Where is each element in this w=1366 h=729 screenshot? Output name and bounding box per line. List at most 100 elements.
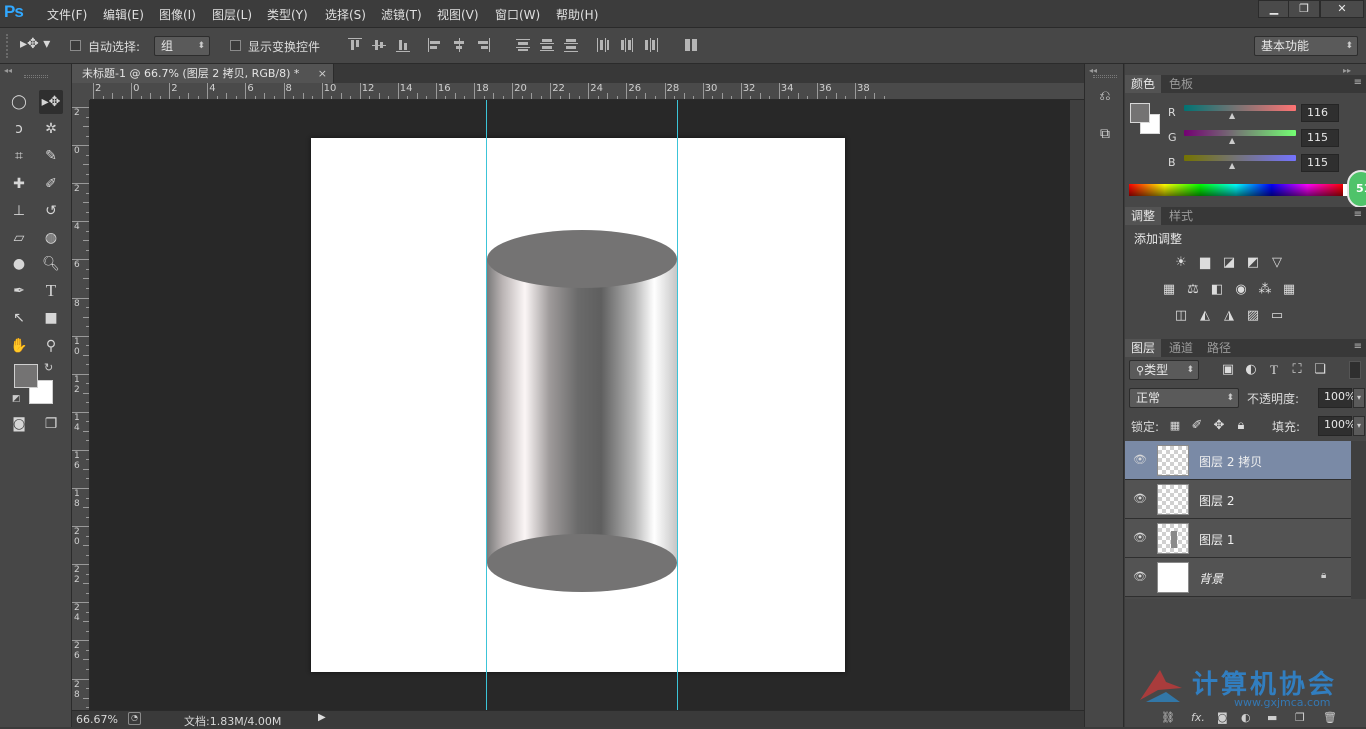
zoom-level[interactable]: 66.67%	[76, 713, 118, 726]
menu-help[interactable]: 帮助(H)	[556, 6, 598, 23]
r-slider-thumb[interactable]: ▲	[1229, 111, 1235, 120]
channel-mixer-icon[interactable]: ⁂	[1257, 283, 1273, 297]
align-vcenter-icon[interactable]	[372, 38, 386, 52]
guide-line-left[interactable]	[486, 100, 487, 710]
visibility-eye-icon[interactable]: 👁︎	[1133, 570, 1147, 584]
status-info-icon[interactable]: ◔	[128, 712, 141, 725]
clone-stamp-icon[interactable]: ⊥	[7, 199, 31, 223]
auto-select-dropdown[interactable]: 组 ⬍	[154, 36, 210, 56]
swap-colors-icon[interactable]: ↻	[44, 361, 53, 374]
expand-arrows-icon[interactable]: ▸▸	[1343, 66, 1351, 75]
brush-tool-icon[interactable]: ✐	[39, 172, 63, 196]
tab-styles[interactable]: 样式	[1163, 207, 1199, 225]
curves-icon[interactable]: ◪	[1221, 256, 1237, 270]
tab-paths[interactable]: 路径	[1201, 339, 1237, 357]
filter-shape-icon[interactable]: ⛶	[1289, 363, 1305, 377]
move-tool-preset-icon[interactable]: ▸✥ ▾	[20, 36, 58, 56]
distribute-top-icon[interactable]	[516, 38, 530, 52]
black-white-icon[interactable]: ◧	[1209, 283, 1225, 297]
type-tool-icon[interactable]: T	[39, 279, 63, 303]
lock-all-icon[interactable]: 🔒︎	[1233, 419, 1249, 433]
distribute-bottom-icon[interactable]	[564, 38, 578, 52]
restore-button[interactable]: ❐	[1288, 0, 1320, 18]
eraser-tool-icon[interactable]: ▱	[7, 226, 31, 250]
b-slider[interactable]	[1184, 155, 1296, 161]
posterize-icon[interactable]: ◭	[1197, 309, 1213, 323]
new-group-icon[interactable]: ▬	[1267, 711, 1277, 724]
lasso-tool-icon[interactable]: ↄ	[7, 117, 31, 141]
levels-icon[interactable]: ▆	[1197, 256, 1213, 270]
add-mask-icon[interactable]: ◙	[1217, 711, 1228, 724]
hand-tool-icon[interactable]: ✋	[7, 334, 31, 358]
new-layer-icon[interactable]: ❐	[1295, 711, 1305, 724]
layer-row-background[interactable]: 👁︎ 背景 🔒︎	[1125, 558, 1351, 597]
marquee-tool-icon[interactable]: ◯	[7, 90, 31, 114]
fill-dropdown-arrow-icon[interactable]: ▾	[1353, 416, 1365, 436]
tab-color[interactable]: 颜色	[1125, 75, 1162, 93]
canvas-area[interactable]	[90, 100, 1084, 710]
dodge-tool-icon[interactable]: 🔍︎	[39, 252, 63, 276]
layer-filter-dropdown[interactable]: ⚲类型 ⬍	[1129, 360, 1199, 380]
collapse-arrows-icon[interactable]: ◂◂	[1089, 66, 1097, 75]
align-hcenter-icon[interactable]	[452, 38, 466, 52]
visibility-eye-icon[interactable]: 👁︎	[1133, 453, 1147, 467]
new-adjustment-icon[interactable]: ◐	[1241, 711, 1251, 724]
b-value-input[interactable]: 115	[1301, 154, 1339, 172]
threshold-icon[interactable]: ◮	[1221, 309, 1237, 323]
magic-wand-tool-icon[interactable]: ✲	[39, 117, 63, 141]
filter-smart-object-icon[interactable]: ❏	[1312, 363, 1328, 377]
align-top-icon[interactable]	[348, 38, 362, 52]
filter-toggle[interactable]	[1349, 361, 1361, 379]
vertical-ruler[interactable]: 2 0 2 4 6 8 1 0 1 2 1 4 1 6 1 8 2 0 2 2 2 4 2 6 2 8	[72, 100, 90, 710]
opacity-dropdown-arrow-icon[interactable]: ▾	[1353, 388, 1365, 408]
lock-image-icon[interactable]: ✐	[1189, 419, 1205, 433]
workspace-dropdown[interactable]: 基本功能 ⬍	[1254, 36, 1358, 56]
crop-tool-icon[interactable]: ⌗	[7, 144, 31, 168]
menu-file[interactable]: 文件(F)	[47, 6, 87, 23]
g-slider[interactable]	[1184, 130, 1296, 136]
history-panel-icon[interactable]: ⎌	[1093, 88, 1117, 110]
distribute-left-icon[interactable]	[596, 38, 610, 52]
r-slider[interactable]	[1184, 105, 1296, 111]
align-left-icon[interactable]	[428, 38, 442, 52]
layer-row-layer2[interactable]: 👁︎ 图层 2	[1125, 480, 1351, 519]
menu-view[interactable]: 视图(V)	[437, 6, 479, 23]
distribute-hcenter-icon[interactable]	[620, 38, 634, 52]
distribute-right-icon[interactable]	[644, 38, 658, 52]
menu-window[interactable]: 窗口(W)	[495, 6, 540, 23]
vibrance-icon[interactable]: ▽	[1269, 256, 1285, 270]
menu-select[interactable]: 选择(S)	[325, 6, 366, 23]
filter-pixel-icon[interactable]: ▣	[1220, 363, 1236, 377]
filter-adjustment-icon[interactable]: ◐	[1243, 363, 1259, 377]
eyedropper-tool-icon[interactable]: ✎	[39, 144, 63, 168]
lock-position-icon[interactable]: ✥	[1211, 419, 1227, 433]
g-value-input[interactable]: 115	[1301, 129, 1339, 147]
pen-tool-icon[interactable]: ✒	[7, 279, 31, 303]
rectangle-tool-icon[interactable]: ■	[39, 306, 63, 330]
layer-row-layer1[interactable]: 👁︎ 图层 1	[1125, 519, 1351, 558]
link-layers-icon[interactable]: ⛓	[1161, 711, 1175, 724]
visibility-eye-icon[interactable]: 👁︎	[1133, 531, 1147, 545]
tab-adjustments[interactable]: 调整	[1125, 207, 1162, 225]
distribute-vcenter-icon[interactable]	[540, 38, 554, 52]
show-transform-checkbox[interactable]	[230, 40, 241, 51]
color-balance-icon[interactable]: ⚖	[1185, 283, 1201, 297]
color-fg-swatch[interactable]	[1130, 103, 1150, 123]
menu-layer[interactable]: 图层(L)	[212, 6, 252, 23]
layer-row-layer2-copy[interactable]: 👁︎ 图层 2 拷贝	[1125, 441, 1351, 480]
r-value-input[interactable]: 116	[1301, 104, 1339, 122]
invert-icon[interactable]: ◫	[1173, 309, 1189, 323]
color-lookup-icon[interactable]: ▦	[1281, 283, 1297, 297]
menu-filter[interactable]: 滤镜(T)	[381, 6, 422, 23]
delete-layer-icon[interactable]: 🗑︎	[1323, 711, 1337, 724]
lock-transparent-icon[interactable]: ▦	[1167, 419, 1183, 433]
align-right-icon[interactable]	[476, 38, 490, 52]
panel-menu-icon[interactable]: ≡	[1354, 341, 1362, 352]
panel-menu-icon[interactable]: ≡	[1354, 209, 1362, 220]
ruler-origin[interactable]	[72, 83, 90, 100]
tab-channels[interactable]: 通道	[1163, 339, 1199, 357]
auto-select-checkbox[interactable]	[70, 40, 81, 51]
close-window-button[interactable]: ✕	[1320, 0, 1364, 18]
brightness-contrast-icon[interactable]: ☀	[1173, 256, 1189, 270]
panel-menu-icon[interactable]: ≡	[1354, 77, 1362, 88]
